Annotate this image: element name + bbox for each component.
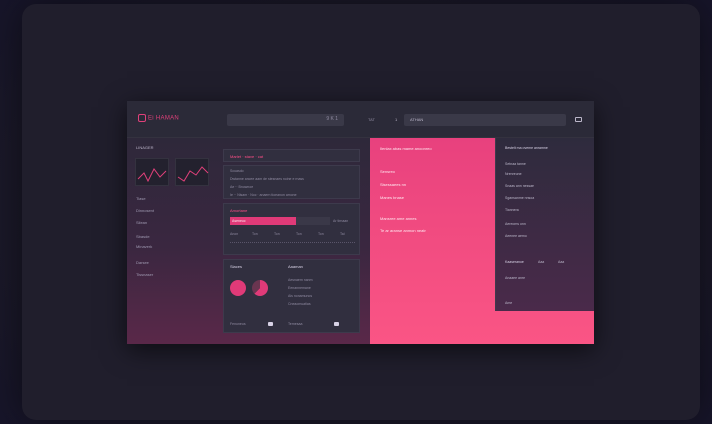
pie-chart bbox=[230, 280, 246, 296]
info-text: Ie ·· Nisam · Noc · anaern tioeanon amon… bbox=[230, 193, 297, 197]
detail-item[interactable]: Setnaa tanne bbox=[505, 162, 526, 166]
column-label: Ton bbox=[318, 232, 324, 236]
detail-item[interactable]: Snaas ann nessae bbox=[505, 184, 534, 188]
detail-item[interactable]: Sgansanme nnsoa bbox=[505, 196, 534, 200]
detail-item[interactable]: Aereoms onn bbox=[505, 222, 526, 226]
panel-title: Bestelt ma oveme anramne bbox=[505, 146, 548, 150]
progress-label: Aseneuc bbox=[232, 219, 246, 223]
info-label: Scuasdo bbox=[230, 169, 244, 173]
card-title: Amortane bbox=[230, 208, 248, 213]
column-label: Tai bbox=[340, 232, 345, 236]
sidebar-item[interactable]: Dinnosent bbox=[136, 208, 154, 213]
nav-label: TAT bbox=[368, 117, 375, 122]
tag[interactable]: Aaa bbox=[538, 260, 544, 264]
progress-legend: Ar tirnaan bbox=[333, 219, 349, 223]
panel-text: Sensreo bbox=[380, 169, 395, 174]
column-label: Ton bbox=[252, 232, 258, 236]
card-footer: Fenuneus bbox=[230, 322, 246, 326]
panel-text: Sisessaees nn bbox=[380, 182, 407, 187]
address-field[interactable]: ATHAN bbox=[404, 114, 566, 126]
stat-item: Cneaomuatias bbox=[288, 302, 311, 306]
panel-text: Mansree ame annes bbox=[380, 216, 417, 221]
search-input[interactable]: 9 K 1 bbox=[227, 114, 344, 126]
sidebar-item[interactable]: Sbasde bbox=[136, 234, 150, 239]
app-window: Ei HAMAN 9 K 1 TAT 1 ATHAN LINAGER Tiase… bbox=[127, 101, 594, 344]
sidebar-item[interactable]: Silean bbox=[136, 220, 147, 225]
detail-item[interactable]: Tiannera bbox=[505, 208, 519, 212]
panel-text: Te ar aranse anmon neatr bbox=[380, 228, 426, 233]
divider bbox=[230, 242, 355, 248]
sidebar: LINAGER Tiase Dinnosent Silean Sbasde Mi… bbox=[127, 138, 217, 344]
card-title: Aaaman bbox=[288, 264, 303, 269]
window-icon[interactable] bbox=[575, 117, 582, 122]
nav-number: 1 bbox=[395, 117, 398, 122]
card-footer: Ternesaa bbox=[288, 322, 303, 326]
donut-chart bbox=[252, 280, 268, 296]
stat-item: Ais nonamunos bbox=[288, 294, 313, 298]
sidebar-title: LINAGER bbox=[136, 145, 154, 150]
main-column: Marlet · stave · cat Scuasdo Dwtanne anc… bbox=[223, 149, 360, 339]
info-text: Dwtanne ancee aam de stesnaes noine e rn… bbox=[230, 177, 304, 181]
card-title: Marlet · stave · cat bbox=[230, 154, 264, 159]
progress-card: Amortane Aseneuc Ar tirnaan Anon Ton Ton… bbox=[223, 203, 360, 255]
details-panel: Bestelt ma oveme anramne Setnaa tanne Nr… bbox=[495, 138, 594, 311]
column-label: Anon bbox=[230, 232, 239, 236]
sidebar-item[interactable]: Tissnaser bbox=[136, 272, 153, 277]
sidebar-thumbnail[interactable] bbox=[135, 158, 169, 186]
stat-item: Eenannemane bbox=[288, 286, 311, 290]
sidebar-thumbnail[interactable] bbox=[175, 158, 209, 186]
sparkline-icon bbox=[177, 166, 209, 182]
info-card: Scuasdo Dwtanne ancee aam de stesnaes no… bbox=[223, 165, 360, 199]
column-label: Ton bbox=[274, 232, 280, 236]
card-title: Siaces bbox=[230, 264, 243, 269]
topbar: Ei HAMAN 9 K 1 TAT 1 ATHAN bbox=[127, 101, 594, 138]
stat-item: Aesnaem nanm bbox=[288, 278, 313, 282]
column-label: Ton bbox=[296, 232, 302, 236]
header-card[interactable]: Marlet · stave · cat bbox=[223, 149, 360, 162]
detail-item[interactable]: Anaaee anre bbox=[505, 276, 525, 280]
app-logo[interactable]: Ei HAMAN bbox=[138, 114, 179, 122]
tag[interactable]: Kaaseranoe bbox=[505, 260, 524, 264]
info-text: Ae ·· Bnuwnoe bbox=[230, 185, 254, 189]
stats-card: Siaces Aaaman Aesnaem nanm Eenannemane A… bbox=[223, 259, 360, 333]
logo-icon bbox=[138, 114, 146, 122]
toggle-icon[interactable] bbox=[268, 322, 273, 326]
sidebar-item[interactable]: Darsee bbox=[136, 260, 149, 265]
detail-item[interactable]: Nrenreune bbox=[505, 172, 522, 176]
toggle-icon[interactable] bbox=[334, 322, 339, 326]
sidebar-item[interactable]: Minaverk bbox=[136, 244, 152, 249]
tag[interactable]: Aaa bbox=[558, 260, 564, 264]
detail-item[interactable]: Aeenee aemo bbox=[505, 234, 527, 238]
sidebar-item[interactable]: Tiase bbox=[136, 196, 146, 201]
search-value: 9 K 1 bbox=[326, 116, 338, 122]
sparkline-icon bbox=[137, 168, 167, 183]
panel-text: Manes bnase bbox=[380, 195, 405, 200]
panel-title: Ilenlax abas mame anoonreo bbox=[380, 146, 432, 151]
panel-footer: Ame bbox=[505, 301, 513, 305]
address-value: ATHAN bbox=[410, 117, 424, 122]
